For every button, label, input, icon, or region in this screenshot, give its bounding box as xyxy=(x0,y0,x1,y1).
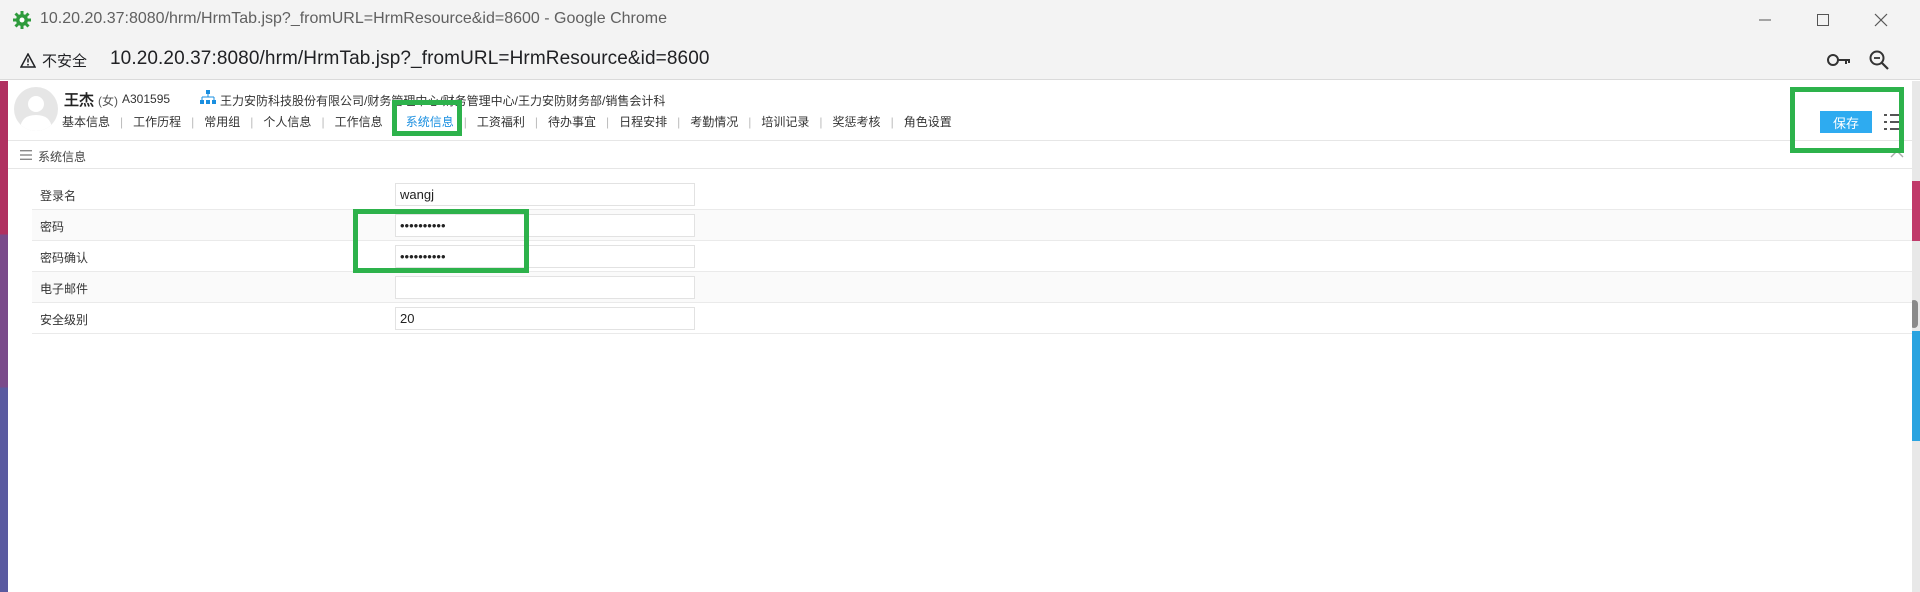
tab-training[interactable]: 培训记录 xyxy=(761,113,809,130)
background-window-edge xyxy=(1912,181,1920,241)
form-row-login-name: 登录名 xyxy=(32,179,1912,210)
form-row-password-confirm: 密码确认 xyxy=(32,241,1912,272)
form-row-security-level: 安全级别 xyxy=(32,303,1912,334)
org-chart-icon xyxy=(200,90,216,104)
highlight-box-tab xyxy=(392,100,462,136)
tab-roles[interactable]: 角色设置 xyxy=(904,113,952,130)
close-button[interactable] xyxy=(1852,0,1910,40)
tab-personal-info[interactable]: 个人信息 xyxy=(263,113,311,130)
security-level-input[interactable] xyxy=(395,307,695,330)
form-row-email: 电子邮件 xyxy=(32,272,1912,303)
section-header: 系统信息 xyxy=(8,141,1912,169)
window-titlebar: 10.20.20.37:8080/hrm/HrmTab.jsp?_fromURL… xyxy=(0,0,1920,40)
tab-schedule[interactable]: 日程安排 xyxy=(619,113,667,130)
warning-triangle-icon xyxy=(20,52,36,68)
tab-common-groups[interactable]: 常用组 xyxy=(204,113,240,130)
address-bar: 不安全 10.20.20.37:8080/hrm/HrmTab.jsp?_fro… xyxy=(0,40,1920,80)
window-title: 10.20.20.37:8080/hrm/HrmTab.jsp?_fromURL… xyxy=(40,10,667,27)
tab-work-info[interactable]: 工作信息 xyxy=(335,113,383,130)
form-row-password: 密码 xyxy=(32,210,1912,241)
background-window-edge xyxy=(0,81,8,592)
security-chip[interactable]: 不安全 xyxy=(20,49,87,71)
avatar xyxy=(14,87,58,131)
employee-header: 王杰 (女) A301595 王力安防科技股份有限公司/财务管理中心/财务管理中… xyxy=(8,81,1912,141)
security-label: 不安全 xyxy=(42,52,88,70)
email-input[interactable] xyxy=(395,276,695,299)
close-icon xyxy=(1874,13,1888,27)
minimize-button[interactable] xyxy=(1736,0,1794,40)
user-silhouette-icon xyxy=(20,96,52,131)
login-name-input[interactable] xyxy=(395,183,695,206)
login-name-label: 登录名 xyxy=(40,189,77,203)
security-level-label: 安全级别 xyxy=(40,313,89,327)
green-gear-icon xyxy=(13,11,31,29)
maximize-icon xyxy=(1817,14,1829,26)
scrollbar-track[interactable] xyxy=(1912,81,1920,592)
highlight-box-save xyxy=(1790,87,1904,153)
highlight-box-password xyxy=(353,209,529,273)
tab-rewards[interactable]: 奖惩考核 xyxy=(833,113,881,130)
tab-salary-benefits[interactable]: 工资福利 xyxy=(477,113,525,130)
email-label: 电子邮件 xyxy=(40,282,89,296)
key-icon[interactable] xyxy=(1826,50,1852,70)
tab-todo[interactable]: 待办事宜 xyxy=(548,113,596,130)
tab-basic-info[interactable]: 基本信息 xyxy=(62,113,110,130)
section-title: 系统信息 xyxy=(38,150,87,164)
password-label: 密码 xyxy=(40,220,65,234)
url-field[interactable]: 10.20.20.37:8080/hrm/HrmTab.jsp?_fromURL… xyxy=(110,48,710,70)
maximize-button[interactable] xyxy=(1794,0,1852,40)
tab-bar: 基本信息 | 工作历程 | 常用组 | 个人信息 | 工作信息 | 系统信息 | 工资福利 |… xyxy=(62,113,952,130)
employee-id: A301595 xyxy=(122,92,171,106)
password-confirm-label: 密码确认 xyxy=(40,251,89,265)
page-content: 王杰 (女) A301595 王力安防科技股份有限公司/财务管理中心/财务管理中… xyxy=(8,81,1912,592)
employee-name: 王杰 xyxy=(64,92,95,109)
system-info-form: 登录名 密码 密码确认 电子邮件 安全级别 xyxy=(32,179,1912,334)
minimize-icon xyxy=(1759,19,1771,21)
background-window-edge xyxy=(1912,331,1920,441)
employee-sex: (女) xyxy=(98,94,118,108)
tab-attendance[interactable]: 考勤情况 xyxy=(690,113,738,130)
zoom-out-icon[interactable] xyxy=(1868,49,1890,71)
tab-work-history[interactable]: 工作历程 xyxy=(133,113,181,130)
hamburger-icon xyxy=(20,150,32,160)
